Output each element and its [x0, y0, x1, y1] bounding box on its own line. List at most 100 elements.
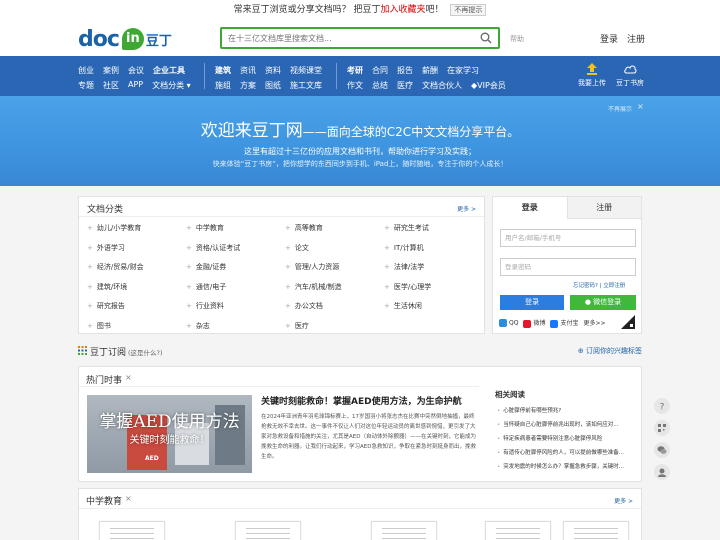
bookroom-button[interactable]: 豆丁书房: [616, 62, 644, 88]
nav-item[interactable]: 案例: [103, 65, 119, 76]
category-item[interactable]: IT/计算机: [384, 242, 479, 262]
nav-item[interactable]: 在家学习: [447, 65, 479, 76]
category-item[interactable]: 研究生考试: [384, 222, 479, 242]
upload-button[interactable]: 我要上传: [578, 62, 606, 88]
category-item[interactable]: 论文: [285, 242, 384, 262]
category-item[interactable]: 办公文档: [285, 300, 384, 320]
help-float-button[interactable]: ?: [654, 398, 670, 414]
service-float-button[interactable]: [654, 464, 670, 480]
nav-item[interactable]: 合同: [372, 65, 388, 76]
category-item[interactable]: 行业资料: [186, 300, 285, 320]
nav-item[interactable]: 建筑: [215, 65, 231, 76]
image-caption-sub: 关键时刻能救命！: [129, 435, 210, 446]
related-item[interactable]: 当怀疑自己心脏骤停前兆出现时，该如何应对...: [497, 421, 637, 435]
docin-logo[interactable]: doc in 豆丁: [78, 26, 172, 52]
dont-show-again-button[interactable]: 不再提示: [450, 3, 487, 16]
wechat-login-button[interactable]: ● 微信登录: [570, 295, 636, 310]
nav-item[interactable]: 文档合伙人: [422, 80, 462, 91]
document-thumbnail[interactable]: [235, 521, 301, 540]
alipay-login[interactable]: 支付宝: [550, 318, 578, 328]
category-item[interactable]: 高等教育: [285, 222, 384, 242]
category-item[interactable]: 资格/认证考试: [186, 242, 285, 262]
nav-item[interactable]: 薪酬: [422, 65, 438, 76]
banner-title-main: 欢迎来豆丁网: [200, 121, 303, 141]
nav-item[interactable]: 施组: [215, 80, 231, 91]
nav-item[interactable]: 医疗: [397, 80, 413, 91]
related-item[interactable]: 特定疾病患者需要特别注意心脏骤停风险: [497, 435, 637, 449]
category-item[interactable]: 生活休闲: [384, 300, 479, 320]
add-favorites-link[interactable]: 加入收藏夹: [380, 5, 425, 15]
document-thumbnail[interactable]: [371, 521, 437, 540]
category-item[interactable]: 法律/法学: [384, 261, 479, 281]
password-field[interactable]: 登录密码: [500, 258, 636, 276]
category-item[interactable]: 医学/心理学: [384, 281, 479, 301]
forgot-password-link[interactable]: 忘记密码?: [573, 283, 598, 289]
category-item[interactable]: 研究报告: [87, 300, 186, 320]
search-input[interactable]: [222, 29, 472, 47]
nav-item[interactable]: APP: [128, 80, 143, 91]
middle-school-more-link[interactable]: 更多 >: [614, 496, 633, 505]
document-thumbnail[interactable]: [99, 521, 165, 540]
category-item[interactable]: 杂志: [186, 320, 285, 340]
nav-item[interactable]: 施工文库: [290, 80, 322, 91]
nav-item[interactable]: 资料: [265, 65, 281, 76]
register-link[interactable]: 注册: [627, 32, 645, 45]
nav-item[interactable]: 总结: [372, 80, 388, 91]
category-item[interactable]: 外语学习: [87, 242, 186, 262]
help-link[interactable]: 帮助: [510, 34, 524, 44]
related-item[interactable]: 有遗传心脏骤停风险的人，可以提前做哪些准备...: [497, 449, 637, 463]
document-thumbnail[interactable]: [485, 521, 551, 540]
login-link[interactable]: 登录: [600, 32, 618, 45]
nav-item[interactable]: 文档分类 ▾: [152, 80, 191, 91]
category-item[interactable]: 幼儿/小学教育: [87, 222, 186, 242]
signup-link[interactable]: 立即注册: [603, 283, 625, 289]
tab-login[interactable]: 登录: [493, 197, 567, 219]
banner-no-more-link[interactable]: 不再展示: [608, 104, 632, 113]
category-item[interactable]: 中学教育: [186, 222, 285, 242]
category-item[interactable]: 通信/电子: [186, 281, 285, 301]
related-item[interactable]: 心脏骤停前有哪些预兆?: [497, 407, 637, 421]
search-icon[interactable]: [480, 32, 492, 44]
tab-register[interactable]: 注册: [566, 197, 641, 219]
category-more-link[interactable]: 更多 >: [457, 204, 476, 213]
category-item[interactable]: 管理/人力资源: [285, 261, 384, 281]
search-box: [220, 27, 500, 49]
category-item[interactable]: 医疗: [285, 320, 384, 340]
wechat-icon: [657, 446, 667, 454]
category-item[interactable]: 建筑/环境: [87, 281, 186, 301]
related-item[interactable]: 突发地震的时候怎么办？掌握急救步骤，关键时...: [497, 463, 637, 477]
nav-item[interactable]: 创业: [78, 65, 94, 76]
nav-item[interactable]: 企业工具: [153, 65, 185, 76]
username-field[interactable]: 用户名/邮箱/手机号: [500, 229, 636, 247]
banner-close-icon[interactable]: ×: [637, 102, 644, 111]
category-item[interactable]: 图书: [87, 320, 186, 340]
category-item[interactable]: 汽车/机械/制造: [285, 281, 384, 301]
subscribe-tags-link[interactable]: ⊕ 订阅你的兴趣标签: [578, 346, 642, 356]
hot-news-image[interactable]: 掌握AED使用方法 关键时刻能救命！ AED: [87, 395, 252, 473]
nav-item[interactable]: 视频课堂: [290, 65, 322, 76]
nav-item[interactable]: 社区: [103, 80, 119, 91]
nav-item[interactable]: 作文: [347, 80, 363, 91]
middle-school-close-icon[interactable]: ×: [125, 494, 132, 503]
more-login-link[interactable]: 更多>>: [583, 318, 605, 327]
hot-news-close-icon[interactable]: ×: [125, 373, 132, 382]
article-title-link[interactable]: 关键时刻能救命！掌握AED使用方法，为生命护航: [261, 394, 462, 407]
nav-item[interactable]: 资讯: [240, 65, 256, 76]
nav-item[interactable]: 报告: [397, 65, 413, 76]
login-button[interactable]: 登录: [500, 295, 564, 310]
subscription-what-link[interactable]: (这是什么?): [128, 347, 163, 357]
nav-item[interactable]: ◆VIP会员: [471, 80, 506, 91]
category-item[interactable]: 金融/证券: [186, 261, 285, 281]
nav-item[interactable]: 图纸: [265, 80, 281, 91]
category-item[interactable]: 经济/贸易/财会: [87, 261, 186, 281]
nav-item[interactable]: 专题: [78, 80, 94, 91]
nav-item[interactable]: 会议: [128, 65, 144, 76]
qr-code-icon[interactable]: [621, 315, 635, 329]
nav-item[interactable]: 考研: [347, 65, 363, 76]
weibo-login[interactable]: 微博: [523, 318, 545, 328]
nav-item[interactable]: 方案: [240, 80, 256, 91]
wechat-float-button[interactable]: [654, 442, 670, 458]
document-thumbnail[interactable]: [563, 521, 629, 540]
qq-login[interactable]: QQ: [499, 318, 518, 327]
qrcode-float-button[interactable]: [654, 420, 670, 436]
